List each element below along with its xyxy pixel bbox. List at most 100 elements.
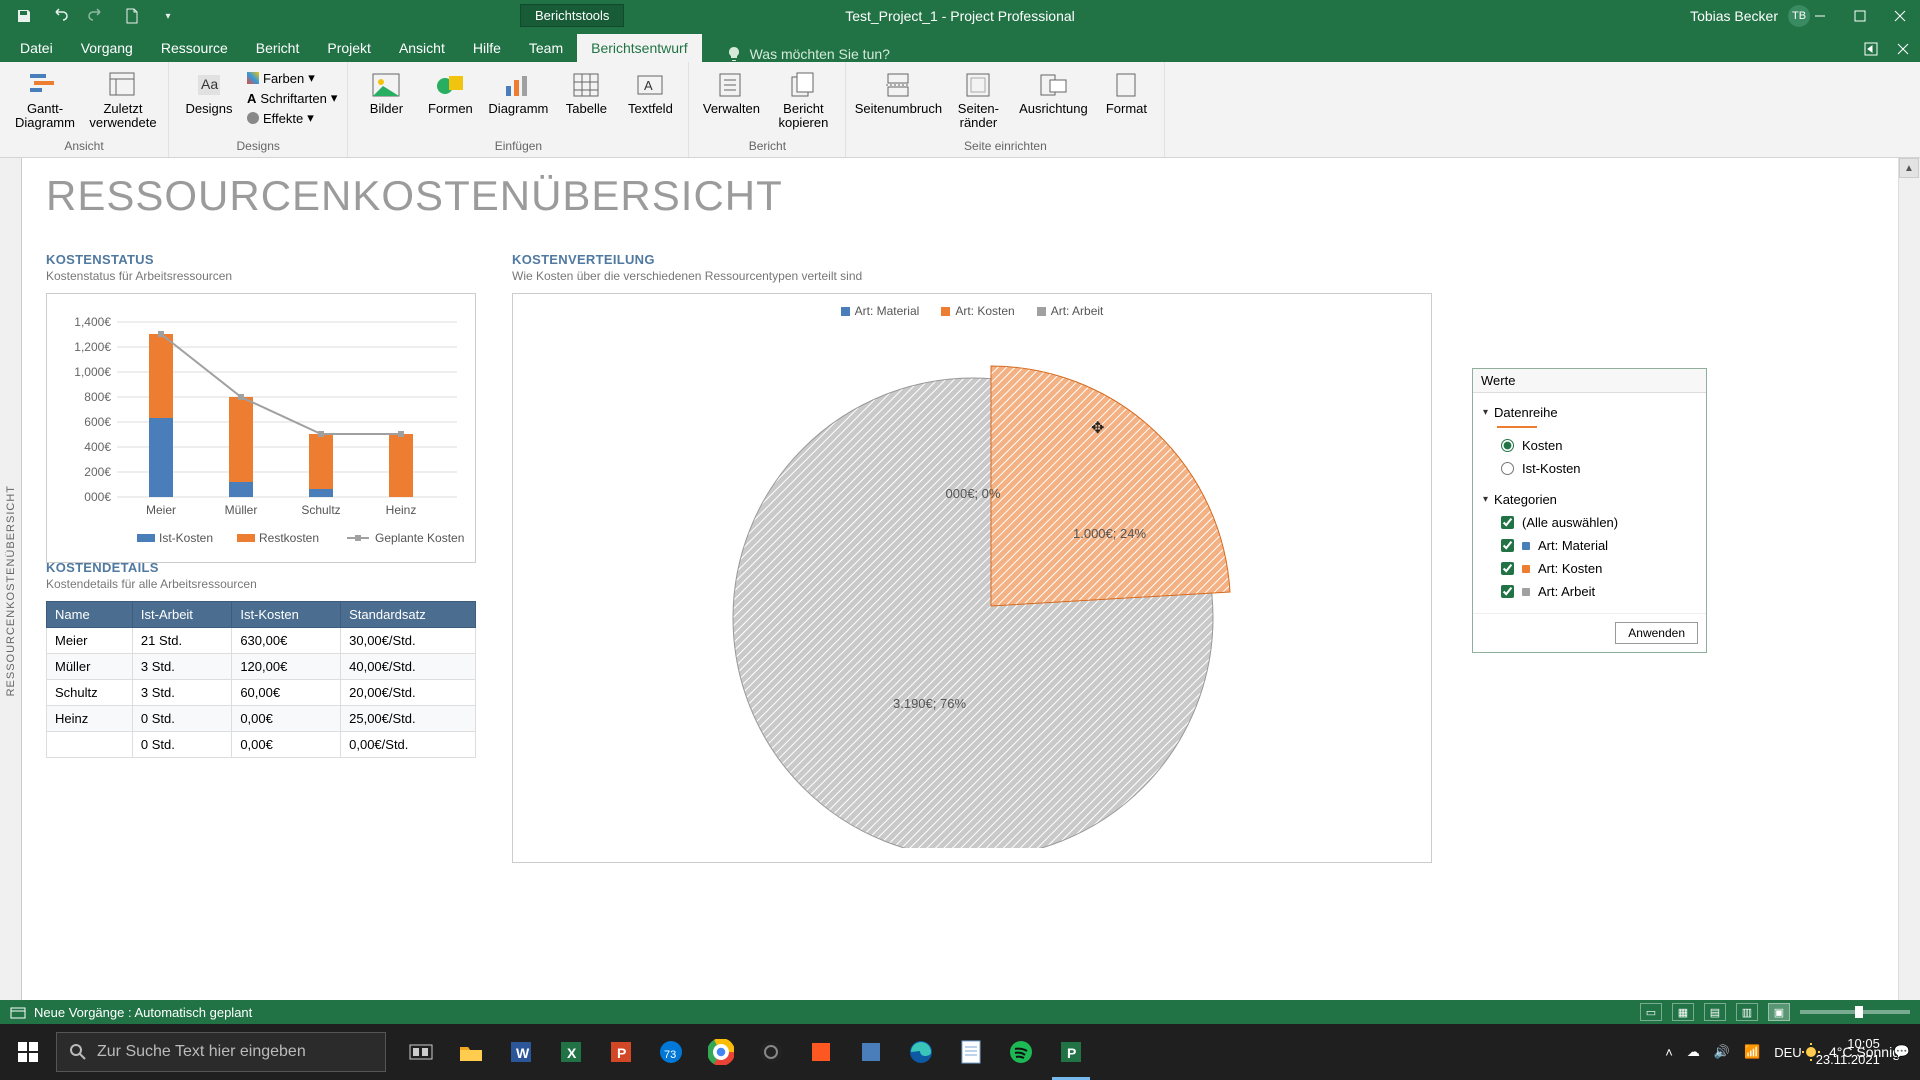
view-btn-5[interactable]: ▣	[1768, 1003, 1790, 1021]
check-kosten[interactable]: Art: Kosten	[1483, 557, 1696, 580]
system-tray[interactable]: ˄ ☁ 🔊 📶 DEU 10:05 23.11.2021 💬	[1665, 1024, 1920, 1080]
view-btn-4[interactable]: ▥	[1736, 1003, 1758, 1021]
format-button[interactable]: Format	[1098, 66, 1154, 116]
ausrichtung-button[interactable]: Ausrichtung	[1016, 66, 1090, 116]
diagramm-button[interactable]: Diagramm	[486, 66, 550, 116]
gantt-diagramm-button[interactable]: Gantt-Diagramm	[10, 66, 80, 131]
app-obs[interactable]	[746, 1024, 796, 1080]
textfeld-button[interactable]: ATextfeld	[622, 66, 678, 116]
app-notepad[interactable]	[946, 1024, 996, 1080]
col-istarbeit: Ist-Arbeit	[132, 602, 231, 628]
seitenraender-button[interactable]: Seiten-ränder	[948, 66, 1008, 131]
table-row[interactable]: Müller3 Std.120,00€40,00€/Std.	[47, 654, 476, 680]
bilder-button[interactable]: Bilder	[358, 66, 414, 116]
table-row[interactable]: Schultz3 Std.60,00€20,00€/Std.	[47, 680, 476, 706]
zuletzt-verwendete-button[interactable]: Zuletzt verwendete	[88, 66, 158, 131]
document-icon[interactable]	[122, 6, 142, 26]
ribbon-expand-icon[interactable]	[1862, 40, 1880, 58]
app-chrome[interactable]	[696, 1024, 746, 1080]
qat-dropdown-icon[interactable]: ▾	[158, 6, 178, 26]
formen-button[interactable]: Formen	[422, 66, 478, 116]
minimize-button[interactable]	[1800, 0, 1840, 32]
undo-icon[interactable]	[50, 6, 70, 26]
tray-chevron-icon[interactable]: ˄	[1665, 1045, 1673, 1060]
tab-projekt[interactable]: Projekt	[313, 34, 385, 62]
close-button[interactable]	[1880, 0, 1920, 32]
effekte-button[interactable]: Effekte ▾	[247, 110, 337, 126]
view-btn-3[interactable]: ▤	[1704, 1003, 1726, 1021]
tab-berichtsentwurf[interactable]: Berichtsentwurf	[577, 34, 701, 62]
tray-onedrive-icon[interactable]: ☁	[1687, 1044, 1700, 1060]
vertical-report-tab[interactable]: RESSOURCENKOSTENÜBERSICHT	[0, 158, 22, 1024]
tray-language[interactable]: DEU	[1774, 1045, 1801, 1060]
app-generic-1[interactable]	[796, 1024, 846, 1080]
radio-istkosten[interactable]: Ist-Kosten	[1483, 457, 1696, 480]
kategorien-group[interactable]: ▾Kategorien	[1483, 488, 1696, 511]
seitenumbruch-button[interactable]: Seitenumbruch	[856, 66, 940, 116]
redo-icon[interactable]	[86, 6, 106, 26]
radio-kosten[interactable]: Kosten	[1483, 434, 1696, 457]
user-area[interactable]: Tobias Becker TB	[1690, 5, 1810, 27]
tab-ressource[interactable]: Ressource	[147, 34, 242, 62]
ribbon-group-ansicht: Gantt-Diagramm Zuletzt verwendete Ansich…	[0, 62, 169, 157]
tab-ansicht[interactable]: Ansicht	[385, 34, 459, 62]
tray-notifications-icon[interactable]: 💬	[1894, 1044, 1910, 1060]
tab-datei[interactable]: Datei	[6, 34, 67, 62]
schriftarten-button[interactable]: ASchriftarten ▾	[247, 90, 337, 106]
textbox-icon: A	[632, 70, 668, 100]
svg-text:Geplante Kosten: Geplante Kosten	[375, 531, 464, 545]
designs-button[interactable]: Aa Designs	[179, 66, 239, 116]
save-icon[interactable]	[14, 6, 34, 26]
farben-button[interactable]: Farben ▾	[247, 70, 337, 86]
tell-me-search[interactable]: Was möchten Sie tun?	[726, 46, 890, 62]
app-project[interactable]: P	[1046, 1024, 1096, 1080]
search-placeholder: Zur Suche Text hier eingeben	[97, 1043, 306, 1061]
check-material[interactable]: Art: Material	[1483, 534, 1696, 557]
chart-field-pane[interactable]: Werte ▾Datenreihe Kosten Ist-Kosten ▾Kat…	[1472, 368, 1707, 653]
table-row[interactable]: 0 Std.0,00€0,00€/Std.	[47, 732, 476, 758]
shapes-icon	[432, 70, 468, 100]
report-title: RESSOURCENKOSTENÜBERSICHT	[46, 172, 1874, 220]
view-btn-1[interactable]: ▭	[1640, 1003, 1662, 1021]
tabelle-button[interactable]: Tabelle	[558, 66, 614, 116]
verwalten-button[interactable]: Verwalten	[699, 66, 763, 116]
bericht-kopieren-button[interactable]: Bericht kopieren	[771, 66, 835, 131]
app-taskview[interactable]	[396, 1024, 446, 1080]
tab-vorgang[interactable]: Vorgang	[67, 34, 147, 62]
anwenden-button[interactable]: Anwenden	[1615, 622, 1698, 644]
app-powerpoint[interactable]: P	[596, 1024, 646, 1080]
tab-hilfe[interactable]: Hilfe	[459, 34, 515, 62]
datenreihe-group[interactable]: ▾Datenreihe	[1483, 401, 1696, 424]
tab-bericht[interactable]: Bericht	[242, 34, 314, 62]
schedule-mode-icon	[10, 1005, 26, 1019]
app-excel[interactable]: X	[546, 1024, 596, 1080]
app-explorer[interactable]	[446, 1024, 496, 1080]
start-button[interactable]	[0, 1024, 56, 1080]
scroll-up-icon[interactable]: ▲	[1899, 158, 1919, 178]
tray-volume-icon[interactable]: 🔊	[1714, 1044, 1730, 1060]
zoom-slider[interactable]	[1800, 1010, 1910, 1014]
table-row[interactable]: Heinz0 Std.0,00€25,00€/Std.	[47, 706, 476, 732]
report-canvas[interactable]: RESSOURCENKOSTENÜBERSICHT KOSTENSTATUS K…	[22, 158, 1898, 1024]
tray-wifi-icon[interactable]: 📶	[1744, 1044, 1760, 1060]
vertical-scrollbar[interactable]: ▲ ▼	[1898, 158, 1920, 1024]
kostenverteilung-chart[interactable]: Art: Material Art: Kosten Art: Arbeit	[512, 293, 1432, 863]
view-btn-2[interactable]: ▦	[1672, 1003, 1694, 1021]
maximize-button[interactable]	[1840, 0, 1880, 32]
check-arbeit[interactable]: Art: Arbeit	[1483, 580, 1696, 603]
kostenstatus-chart[interactable]: 1,400€1,200€1,000€ 800€600€400€ 200€000€	[46, 293, 476, 563]
app-spotify[interactable]	[996, 1024, 1046, 1080]
app-edge-legacy[interactable]: 73	[646, 1024, 696, 1080]
taskbar-search[interactable]: Zur Suche Text hier eingeben	[56, 1032, 386, 1072]
ribbon-close-icon[interactable]	[1894, 40, 1912, 58]
tab-team[interactable]: Team	[515, 34, 577, 62]
svg-text:1.000€; 24%: 1.000€; 24%	[1073, 526, 1146, 541]
tray-clock[interactable]: 10:05 23.11.2021	[1816, 1036, 1880, 1067]
table-row[interactable]: Meier21 Std.630,00€30,00€/Std.	[47, 628, 476, 654]
app-edge[interactable]	[896, 1024, 946, 1080]
check-alle[interactable]: (Alle auswählen)	[1483, 511, 1696, 534]
app-generic-2[interactable]	[846, 1024, 896, 1080]
taskbar: Zur Suche Text hier eingeben W X P 73 P …	[0, 1024, 1920, 1080]
kostendetails-table[interactable]: Name Ist-Arbeit Ist-Kosten Standardsatz …	[46, 601, 476, 758]
app-word[interactable]: W	[496, 1024, 546, 1080]
